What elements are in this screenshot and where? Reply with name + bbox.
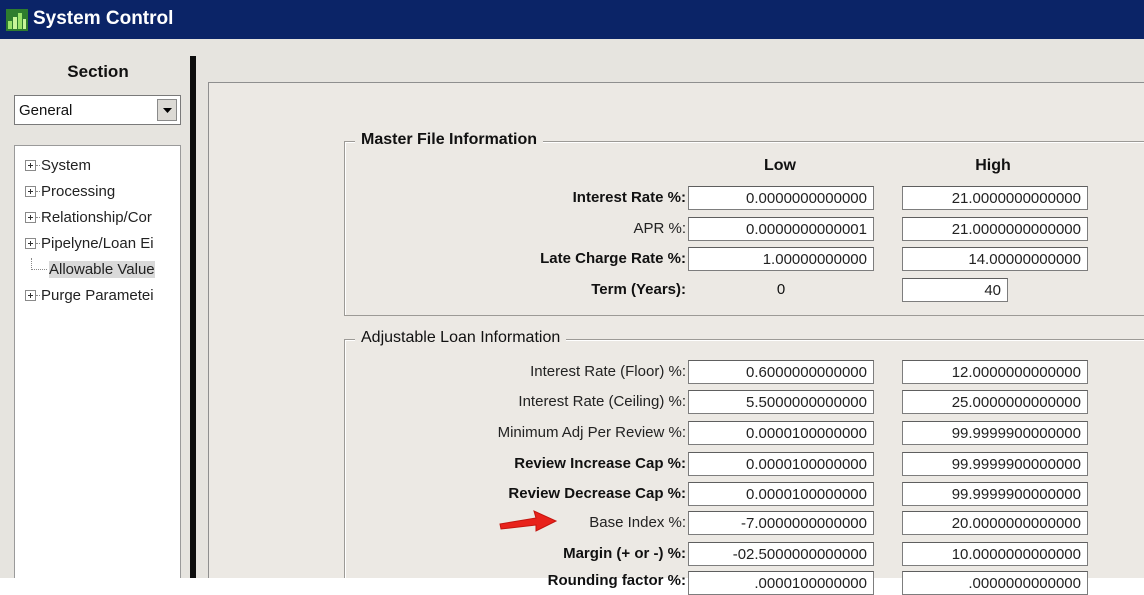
app-icon — [6, 9, 28, 31]
section-dropdown[interactable]: General — [14, 95, 181, 125]
chevron-down-icon — [163, 108, 172, 113]
min-adj-low-input[interactable]: 0.0000100000000 — [688, 421, 874, 445]
interest-rate-low-input[interactable]: 0.0000000000000 — [688, 186, 874, 210]
rate-ceiling-low-input[interactable]: 5.5000000000000 — [688, 390, 874, 414]
rate-ceiling-high-input[interactable]: 25.0000000000000 — [902, 390, 1088, 414]
red-arrow-icon — [499, 510, 558, 532]
margin-high-input[interactable]: 10.0000000000000 — [902, 542, 1088, 566]
field-label: Interest Rate %: — [572, 189, 686, 206]
low-column-header: Low — [764, 157, 796, 174]
rate-floor-low-input[interactable]: 0.6000000000000 — [688, 360, 874, 384]
base-index-high-input[interactable]: 20.0000000000000 — [902, 511, 1088, 535]
arrow-shape — [499, 510, 558, 532]
window-titlebar: System Control — [0, 0, 1144, 39]
section-dropdown-value: General — [19, 102, 73, 119]
rounding-low-input[interactable]: .0000100000000 — [688, 571, 874, 595]
term-high-input[interactable]: 40 — [902, 278, 1008, 302]
field-label: Interest Rate (Floor) %: — [530, 363, 686, 380]
field-label: Minimum Adj Per Review %: — [497, 424, 686, 441]
late-charge-high-input[interactable]: 14.00000000000 — [902, 247, 1088, 271]
expand-icon[interactable] — [25, 238, 36, 249]
adjustable-loan-title: Adjustable Loan Information — [355, 329, 567, 347]
field-label: Review Decrease Cap %: — [508, 485, 686, 502]
late-charge-low-input[interactable]: 1.00000000000 — [688, 247, 874, 271]
decrease-cap-low-input[interactable]: 0.0000100000000 — [688, 482, 874, 506]
window-title: System Control — [33, 8, 174, 29]
rounding-high-input[interactable]: .0000000000000 — [902, 571, 1088, 595]
min-adj-high-input[interactable]: 99.9999900000000 — [902, 421, 1088, 445]
section-panel: Section General System Processing Relati… — [0, 39, 190, 578]
interest-rate-high-input[interactable]: 21.0000000000000 — [902, 186, 1088, 210]
field-label: Late Charge Rate %: — [540, 250, 686, 267]
section-label: Section — [67, 62, 129, 81]
dropdown-button[interactable] — [157, 99, 177, 121]
rate-floor-high-input[interactable]: 12.0000000000000 — [902, 360, 1088, 384]
expand-icon[interactable] — [25, 160, 36, 171]
expand-icon[interactable] — [25, 290, 36, 301]
apr-low-input[interactable]: 0.0000000000001 — [688, 217, 874, 241]
field-label: Rounding factor %: — [547, 572, 686, 589]
master-file-title: Master File Information — [355, 131, 544, 149]
expand-icon[interactable] — [25, 212, 36, 223]
field-label: Margin (+ or -) %: — [563, 545, 686, 562]
field-label: Interest Rate (Ceiling) %: — [518, 393, 686, 410]
decrease-cap-high-input[interactable]: 99.9999900000000 — [902, 482, 1088, 506]
field-label: Term (Years): — [591, 281, 686, 298]
increase-cap-low-input[interactable]: 0.0000100000000 — [688, 452, 874, 476]
expand-icon[interactable] — [25, 186, 36, 197]
field-label: APR %: — [633, 220, 686, 237]
field-label: Review Increase Cap %: — [514, 455, 686, 472]
margin-low-input[interactable]: -02.5000000000000 — [688, 542, 874, 566]
increase-cap-high-input[interactable]: 99.9999900000000 — [902, 452, 1088, 476]
apr-high-input[interactable]: 21.0000000000000 — [902, 217, 1088, 241]
base-index-low-input[interactable]: -7.0000000000000 — [688, 511, 874, 535]
field-label: Base Index %: — [589, 514, 686, 531]
section-tree: System Processing Relationship/Cor Pipel… — [14, 145, 181, 578]
term-low-value: 0 — [776, 281, 786, 298]
high-column-header: High — [975, 157, 1011, 174]
